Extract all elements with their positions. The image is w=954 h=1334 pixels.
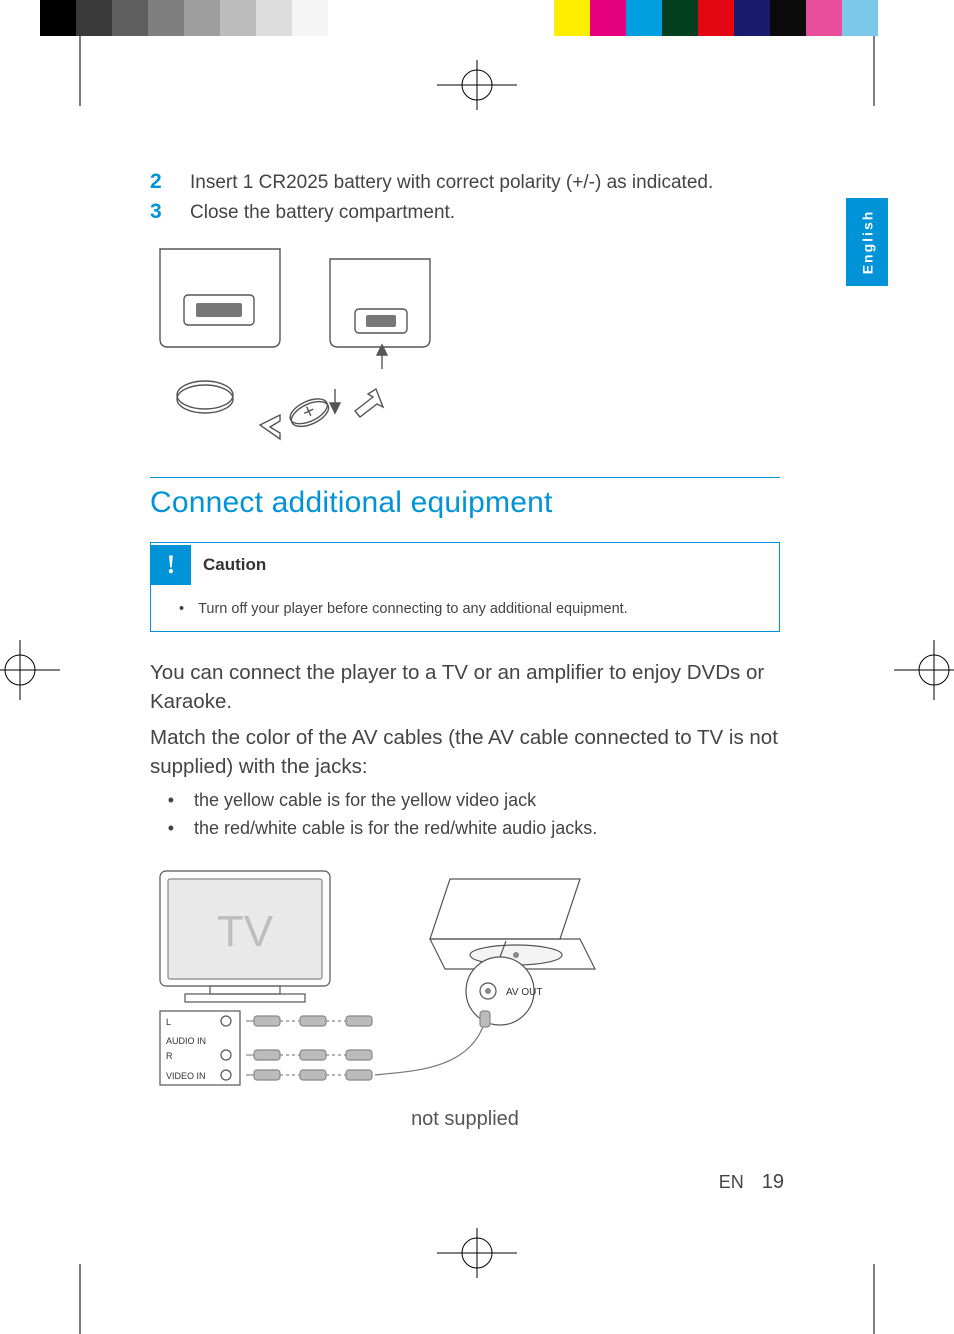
step-row: 2 Insert 1 CR2025 battery with correct p… — [150, 170, 780, 196]
step-text: Close the battery compartment. — [190, 200, 455, 226]
connection-illustration: TV L AUDIO IN R VIDEO IN — [150, 861, 780, 1131]
printer-color-strip — [40, 0, 914, 36]
language-tab: English — [846, 198, 888, 286]
step-number: 2 — [150, 170, 190, 194]
crop-mark-icon — [864, 1264, 884, 1334]
crop-mark-icon — [70, 1264, 90, 1334]
section-rule — [150, 477, 780, 478]
av-out-label: AV OUT — [506, 987, 542, 998]
body-paragraph: You can connect the player to a TV or an… — [150, 658, 780, 716]
audio-l-label: L — [166, 1017, 171, 1027]
registration-mark-icon — [437, 1228, 517, 1278]
caution-label: Caution — [203, 555, 266, 575]
body-paragraph: Match the color of the AV cables (the AV… — [150, 723, 780, 781]
registration-mark-icon — [0, 640, 60, 700]
registration-mark-icon — [894, 640, 954, 700]
crop-mark-icon — [70, 36, 90, 106]
tv-label: TV — [217, 907, 274, 956]
step-number: 3 — [150, 200, 190, 224]
section-title: Connect additional equipment — [150, 486, 780, 520]
step-text: Insert 1 CR2025 battery with correct pol… — [190, 170, 713, 196]
page-footer: EN 19 — [719, 1171, 784, 1194]
body-bullet-list: the yellow cable is for the yellow video… — [150, 787, 780, 843]
caution-icon: ! — [151, 545, 191, 585]
footer-language-code: EN — [719, 1172, 744, 1193]
caution-text: Turn off your player before connecting t… — [198, 601, 628, 617]
video-in-label: VIDEO IN — [166, 1071, 206, 1081]
language-tab-label: English — [859, 210, 875, 275]
figure-caption: not supplied — [150, 1108, 780, 1131]
battery-compartment-illustration — [150, 239, 780, 459]
caution-box: ! Caution Turn off your player before co… — [150, 542, 780, 632]
bullet-icon — [179, 601, 184, 617]
crop-mark-icon — [864, 36, 884, 106]
audio-r-label: R — [166, 1051, 173, 1061]
step-row: 3 Close the battery compartment. — [150, 200, 780, 226]
audio-in-label: AUDIO IN — [166, 1036, 206, 1046]
list-item: the red/white cable is for the red/white… — [194, 815, 780, 843]
registration-mark-icon — [437, 60, 517, 110]
list-item: the yellow cable is for the yellow video… — [194, 787, 780, 815]
footer-page-number: 19 — [762, 1171, 784, 1194]
